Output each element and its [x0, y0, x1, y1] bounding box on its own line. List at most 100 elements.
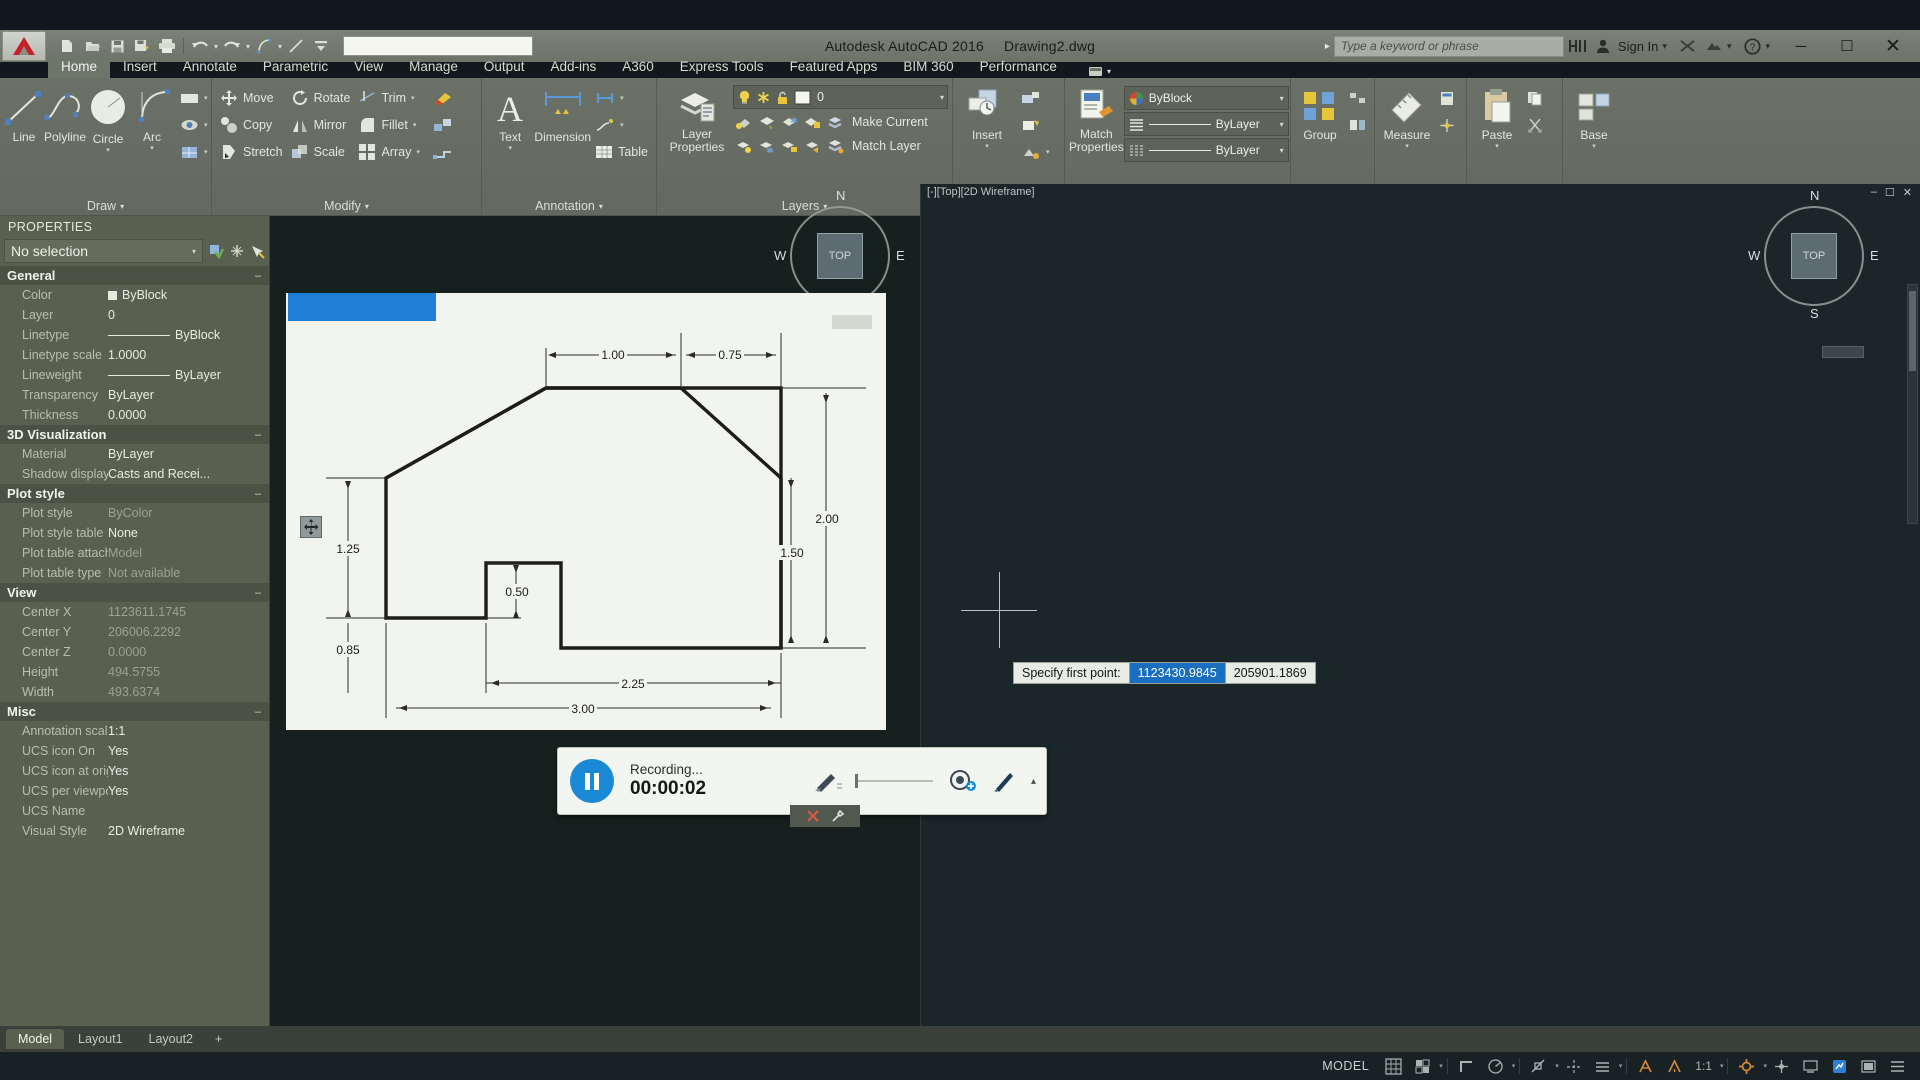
tool-dimension[interactable]: Dimension	[534, 82, 591, 144]
prop-row-shadow-display[interactable]: Shadow display Casts and Recei...	[0, 464, 269, 484]
props-group-view[interactable]: View ‒	[0, 583, 269, 602]
props-group-general[interactable]: General ‒	[0, 266, 269, 285]
prop-row-linetype-scale[interactable]: Linetype scale 1.0000	[0, 345, 269, 365]
tool-circle-dropdown-icon[interactable]: ▾	[106, 147, 110, 154]
tool-extend[interactable]	[428, 139, 458, 165]
tool-text-dropdown-icon[interactable]: ▾	[508, 145, 512, 152]
thaw-all-layers-icon[interactable]	[758, 139, 775, 154]
array-dropdown-icon[interactable]: ▾	[416, 148, 420, 156]
tool-array[interactable]: Array ▾	[354, 139, 423, 165]
prop-row-height[interactable]: Height 494.5755	[0, 662, 269, 682]
status-annotation-visibility-icon[interactable]	[1631, 1052, 1660, 1080]
prop-row-plot-table-type[interactable]: Plot table type Not available	[0, 563, 269, 583]
secondary-viewport[interactable]: [-][Top][2D Wireframe] – ☐ ✕ TOP N S E W	[920, 184, 1920, 1026]
pen-annotate-icon[interactable]	[813, 770, 843, 792]
viewcube-right-e[interactable]: E	[1870, 248, 1879, 263]
panel-modify-title[interactable]: Modify ▾	[212, 196, 481, 216]
viewcube-right-box[interactable]: TOP	[1791, 233, 1837, 279]
polar-dropdown-icon[interactable]: ▾	[1512, 1062, 1516, 1070]
tool-trim[interactable]: Trim ▾	[354, 85, 423, 111]
selection-dropdown[interactable]: No selection ▾	[4, 239, 203, 263]
tool-copy-clip[interactable]	[1523, 85, 1547, 111]
color-control[interactable]: ByBlock ▾	[1123, 86, 1289, 110]
recorder-secondary-toolbar[interactable]	[790, 805, 860, 827]
tool-line[interactable]: Line	[4, 82, 44, 144]
turn-all-layers-on-icon[interactable]	[735, 139, 752, 154]
tab-parametric[interactable]: Parametric	[250, 56, 341, 78]
status-clean-screen-icon[interactable]	[1854, 1052, 1883, 1080]
tool-text[interactable]: A Text ▾	[486, 82, 534, 152]
tab-express-tools[interactable]: Express Tools	[667, 56, 777, 78]
ellipse-dropdown-icon[interactable]: ▾	[204, 121, 208, 129]
tool-id-point[interactable]	[1435, 112, 1459, 138]
prop-row-thickness[interactable]: Thickness 0.0000	[0, 405, 269, 425]
tab-add-ins[interactable]: Add-ins	[537, 56, 609, 78]
status-graphics-performance-icon[interactable]	[1825, 1052, 1854, 1080]
tab-a360[interactable]: A360	[609, 56, 667, 78]
lineweight-status-dropdown-icon[interactable]: ▾	[1619, 1062, 1623, 1070]
tool-quickcalc[interactable]	[1435, 85, 1459, 111]
fillet-dropdown-icon[interactable]: ▾	[413, 121, 417, 129]
drawing-canvas[interactable]: TOP N S E W	[270, 184, 1920, 1026]
prop-row-linetype[interactable]: Linetype ByBlock	[0, 325, 269, 345]
status-autoscale-icon[interactable]	[1660, 1052, 1689, 1080]
tool-paste[interactable]: Paste ▾	[1471, 82, 1523, 150]
toggle-pickadd-icon[interactable]	[209, 244, 224, 259]
panel-annotation-title[interactable]: Annotation ▾	[482, 196, 656, 216]
tool-linear-dim[interactable]: ▾	[591, 85, 652, 111]
freeze-layer-icon[interactable]	[781, 115, 798, 130]
tab-insert[interactable]: Insert	[110, 56, 170, 78]
redo-dropdown-icon[interactable]: ▾	[246, 42, 250, 51]
block-attr-dropdown-icon[interactable]: ▾	[1046, 148, 1050, 156]
tool-group-edit[interactable]	[1345, 112, 1370, 138]
leader-dropdown-icon[interactable]: ▾	[620, 121, 624, 129]
prop-row-width[interactable]: Width 493.6374	[0, 682, 269, 702]
tool-insert-block[interactable]: Insert ▾	[957, 82, 1017, 150]
layer-selector[interactable]: 0 ▾	[733, 85, 948, 109]
tool-arc[interactable]: Arc ▾	[130, 82, 174, 152]
prop-row-ucs-per-viewport[interactable]: UCS per viewport Yes	[0, 781, 269, 801]
lineweight-dropdown-icon[interactable]: ▾	[1280, 120, 1284, 129]
tool-ungroup[interactable]	[1345, 85, 1370, 111]
prop-row-lineweight[interactable]: Lineweight ByLayer	[0, 365, 269, 385]
tab-output[interactable]: Output	[471, 56, 538, 78]
prop-row-annotation-scale[interactable]: Annotation scale 1:1	[0, 721, 269, 741]
status-object-snap-icon[interactable]	[1524, 1052, 1553, 1080]
dynamic-input[interactable]: Specify first point: 1123430.9845 205901…	[1013, 662, 1316, 684]
rectangle-dropdown-icon[interactable]: ▾	[204, 94, 208, 102]
select-objects-icon[interactable]	[230, 244, 244, 258]
quick-select-icon[interactable]	[250, 244, 265, 259]
tool-cut-clip[interactable]	[1523, 112, 1547, 138]
viewport-minimize[interactable]: –	[1871, 186, 1877, 199]
status-polar-tracking-icon[interactable]	[1481, 1052, 1510, 1080]
linetype-control[interactable]: ByLayer ▾	[1123, 138, 1289, 162]
viewcube-right-w[interactable]: W	[1748, 248, 1760, 263]
match-layer-icon[interactable]	[827, 139, 844, 154]
webcam-icon[interactable]	[947, 769, 977, 793]
ribbon-display-dropdown-icon[interactable]: ▾	[1107, 67, 1111, 76]
signin-dropdown-icon[interactable]: ▾	[1662, 41, 1667, 52]
status-customization-icon[interactable]	[1883, 1052, 1912, 1080]
props-group-misc[interactable]: Misc ‒	[0, 702, 269, 721]
status-model-space-button[interactable]: MODEL	[1312, 1052, 1379, 1080]
status-grid-display-icon[interactable]	[1379, 1052, 1408, 1080]
dynamic-input-y[interactable]: 205901.1869	[1225, 662, 1316, 684]
make-current-label[interactable]: Make Current	[852, 115, 928, 129]
undo-dropdown-icon[interactable]: ▾	[214, 42, 218, 51]
tool-leader[interactable]: ▾	[591, 112, 652, 138]
prop-row-layer[interactable]: Layer 0	[0, 305, 269, 325]
tool-fillet[interactable]: Fillet ▾	[354, 112, 423, 138]
tool-erase[interactable]	[428, 85, 458, 111]
tool-base-dropdown-icon[interactable]: ▾	[1592, 143, 1596, 150]
panel-layers-title[interactable]: Layers ▾	[657, 196, 952, 216]
props-group-3d-visualization[interactable]: 3D Visualization ‒	[0, 425, 269, 444]
tab-model[interactable]: Model	[6, 1029, 65, 1049]
tab-bim360[interactable]: BIM 360	[890, 56, 966, 78]
recorder-stop-icon[interactable]	[806, 809, 820, 823]
draw-tool-icon[interactable]	[991, 768, 1017, 794]
tool-measure-dropdown-icon[interactable]: ▾	[1405, 143, 1409, 150]
dynamic-input-x[interactable]: 1123430.9845	[1129, 662, 1226, 684]
tab-layout2[interactable]: Layout2	[137, 1029, 205, 1049]
add-layout-button[interactable]: +	[207, 1029, 230, 1049]
tool-scale[interactable]: Scale	[287, 139, 355, 165]
